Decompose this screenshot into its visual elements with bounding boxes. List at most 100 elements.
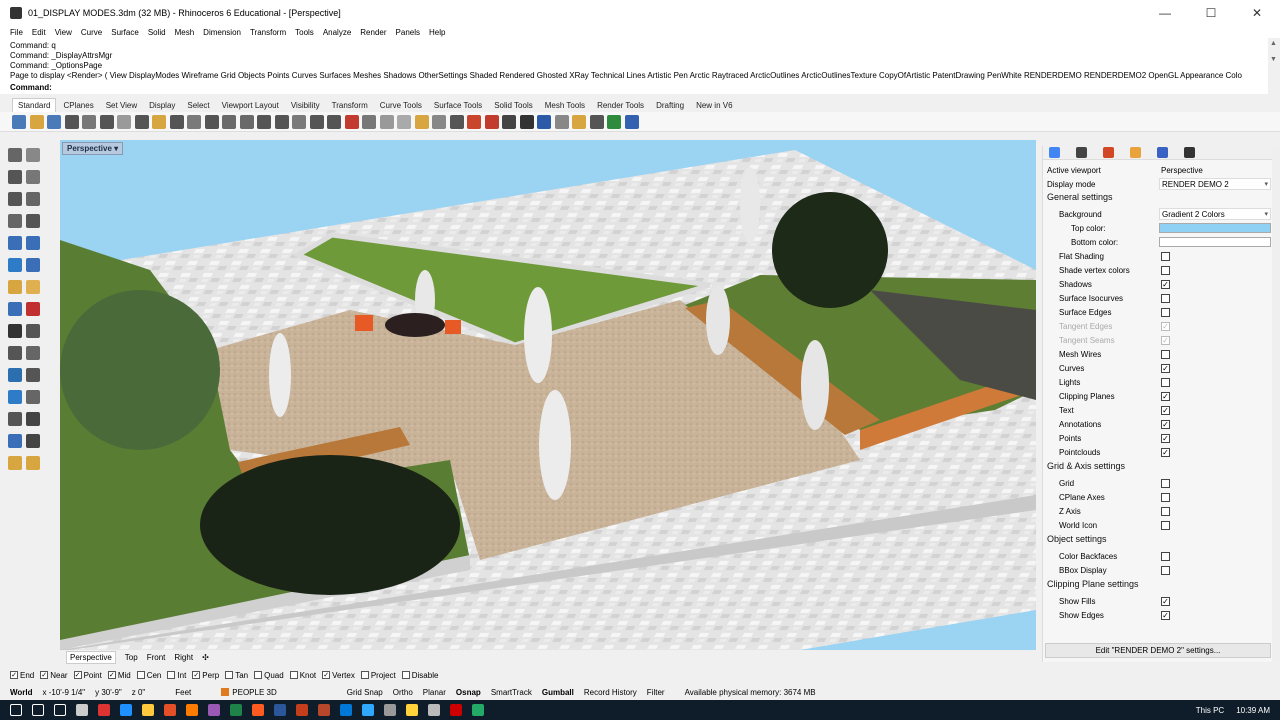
setting-checkbox[interactable]: ✓	[1161, 434, 1170, 443]
left-tool-icon[interactable]	[26, 324, 40, 338]
edit-display-mode-button[interactable]: Edit "RENDER DEMO 2" settings...	[1045, 643, 1271, 658]
left-tool-icon[interactable]	[26, 434, 40, 448]
left-tool-icon[interactable]	[8, 302, 22, 316]
setting-checkbox[interactable]: ✓	[1161, 364, 1170, 373]
osnap-end[interactable]: ✓ End	[10, 671, 34, 680]
left-tool-icon[interactable]	[26, 368, 40, 382]
panel-tab-icon[interactable]	[1103, 147, 1114, 158]
toolbar-tab-surface-tools[interactable]: Surface Tools	[429, 99, 487, 112]
menu-solid[interactable]: Solid	[148, 28, 166, 37]
taskbar-app-icon[interactable]	[120, 704, 132, 716]
perspective-viewport[interactable]: Perspective ▾	[60, 140, 1036, 650]
left-tool-icon[interactable]	[26, 302, 40, 316]
left-tool-icon[interactable]	[26, 192, 40, 206]
toolbar-tab-drafting[interactable]: Drafting	[651, 99, 689, 112]
left-tool-icon[interactable]	[8, 236, 22, 250]
menu-edit[interactable]: Edit	[32, 28, 46, 37]
scroll-up-icon[interactable]: ▲	[1270, 40, 1277, 47]
viewport-tab-perspective[interactable]: Perspective	[66, 650, 116, 664]
toolbar-tool-icon[interactable]	[362, 114, 376, 129]
left-tool-icon[interactable]	[8, 214, 22, 228]
taskbar-app-icon[interactable]	[340, 704, 352, 716]
panel-tab-icon[interactable]	[1157, 147, 1168, 158]
osnap-int[interactable]: Int	[167, 671, 186, 680]
setting-checkbox[interactable]	[1161, 350, 1170, 359]
toolbar-tool-icon[interactable]	[152, 114, 166, 129]
left-tool-icon[interactable]	[26, 170, 40, 184]
left-tool-icon[interactable]	[26, 390, 40, 404]
left-tool-icon[interactable]	[8, 346, 22, 360]
cplane-indicator[interactable]: World	[10, 688, 33, 697]
add-viewport-tab-icon[interactable]: ✣	[202, 653, 209, 662]
clipping-plane-settings-header[interactable]: Clipping Plane settings	[1047, 579, 1139, 589]
setting-checkbox[interactable]	[1161, 294, 1170, 303]
status-toggle-grid-snap[interactable]: Grid Snap	[347, 688, 383, 697]
left-tool-icon[interactable]	[26, 258, 40, 272]
menu-file[interactable]: File	[10, 28, 23, 37]
toolbar-tab-select[interactable]: Select	[182, 99, 214, 112]
maximize-button[interactable]: ☐	[1188, 0, 1234, 26]
top-color-swatch[interactable]	[1159, 223, 1271, 233]
background-dropdown[interactable]: Gradient 2 Colors ▾	[1159, 208, 1271, 220]
setting-checkbox[interactable]	[1161, 552, 1170, 561]
toolbar-tab-mesh-tools[interactable]: Mesh Tools	[540, 99, 590, 112]
menu-analyze[interactable]: Analyze	[323, 28, 351, 37]
toolbar-tool-icon[interactable]	[12, 114, 26, 129]
current-layer[interactable]: PEOPLE 3D	[221, 688, 286, 697]
command-prompt[interactable]: Command:	[10, 83, 52, 92]
toolbar-tool-icon[interactable]	[309, 114, 324, 129]
toolbar-tab-standard[interactable]: Standard	[12, 98, 57, 112]
left-tool-icon[interactable]	[26, 214, 40, 228]
osnap-checkbox[interactable]	[136, 671, 145, 679]
toolbar-tool-icon[interactable]	[117, 114, 131, 129]
clock[interactable]: 10:39 AM	[1236, 706, 1270, 715]
left-tool-icon[interactable]	[8, 390, 22, 404]
left-tool-icon[interactable]	[26, 456, 40, 470]
toolbar-tab-solid-tools[interactable]: Solid Tools	[489, 99, 538, 112]
menu-help[interactable]: Help	[429, 28, 445, 37]
taskbar-app-icon[interactable]	[76, 704, 88, 716]
left-tool-icon[interactable]	[8, 412, 22, 426]
toolbar-tab-cplanes[interactable]: CPlanes	[58, 99, 98, 112]
setting-checkbox[interactable]: ✓	[1161, 280, 1170, 289]
osnap-checkbox[interactable]	[167, 671, 176, 679]
status-toggle-gumball[interactable]: Gumball	[542, 688, 574, 697]
setting-checkbox[interactable]	[1161, 566, 1170, 575]
setting-checkbox[interactable]	[1161, 308, 1170, 317]
toolbar-tool-icon[interactable]	[589, 114, 604, 129]
taskbar-app-icon[interactable]	[472, 704, 484, 716]
panel-tab-icon[interactable]	[1130, 147, 1141, 158]
osnap-project[interactable]: Project	[360, 671, 396, 680]
taskbar-app-icon[interactable]	[406, 704, 418, 716]
close-button[interactable]: ✕	[1234, 0, 1280, 26]
toolbar-tool-icon[interactable]	[99, 114, 114, 129]
toolbar-tab-render-tools[interactable]: Render Tools	[592, 99, 649, 112]
taskbar-app-icon[interactable]	[54, 704, 66, 716]
toolbar-tool-icon[interactable]	[82, 114, 96, 129]
bottom-color-swatch[interactable]	[1159, 237, 1271, 247]
grid-axis-settings-header[interactable]: Grid & Axis settings	[1047, 461, 1125, 471]
toolbar-tool-icon[interactable]	[239, 114, 254, 129]
toolbar-tool-icon[interactable]	[327, 114, 341, 129]
setting-checkbox[interactable]	[1161, 479, 1170, 488]
taskbar-app-icon[interactable]	[428, 704, 440, 716]
setting-checkbox[interactable]: ✓	[1161, 611, 1170, 620]
toolbar-tool-icon[interactable]	[274, 114, 289, 129]
toolbar-tool-icon[interactable]	[624, 114, 639, 129]
object-settings-header[interactable]: Object settings	[1047, 534, 1107, 544]
taskbar-app-icon[interactable]	[208, 704, 220, 716]
display-mode-dropdown[interactable]: RENDER DEMO 2 ▾	[1159, 178, 1271, 190]
panel-tab-icon[interactable]	[1076, 147, 1087, 158]
setting-checkbox[interactable]: ✓	[1161, 597, 1170, 606]
osnap-checkbox[interactable]	[289, 671, 298, 679]
toolbar-tool-icon[interactable]	[134, 114, 149, 129]
general-settings-header[interactable]: General settings	[1047, 192, 1113, 202]
taskbar-app-icon[interactable]	[98, 704, 110, 716]
setting-checkbox[interactable]	[1161, 493, 1170, 502]
osnap-tan[interactable]: Tan	[225, 671, 248, 680]
osnap-checkbox[interactable]: ✓	[73, 671, 82, 679]
toolbar-tool-icon[interactable]	[484, 114, 499, 129]
left-tool-icon[interactable]	[8, 456, 22, 470]
menu-curve[interactable]: Curve	[81, 28, 102, 37]
osnap-checkbox[interactable]	[225, 671, 234, 679]
